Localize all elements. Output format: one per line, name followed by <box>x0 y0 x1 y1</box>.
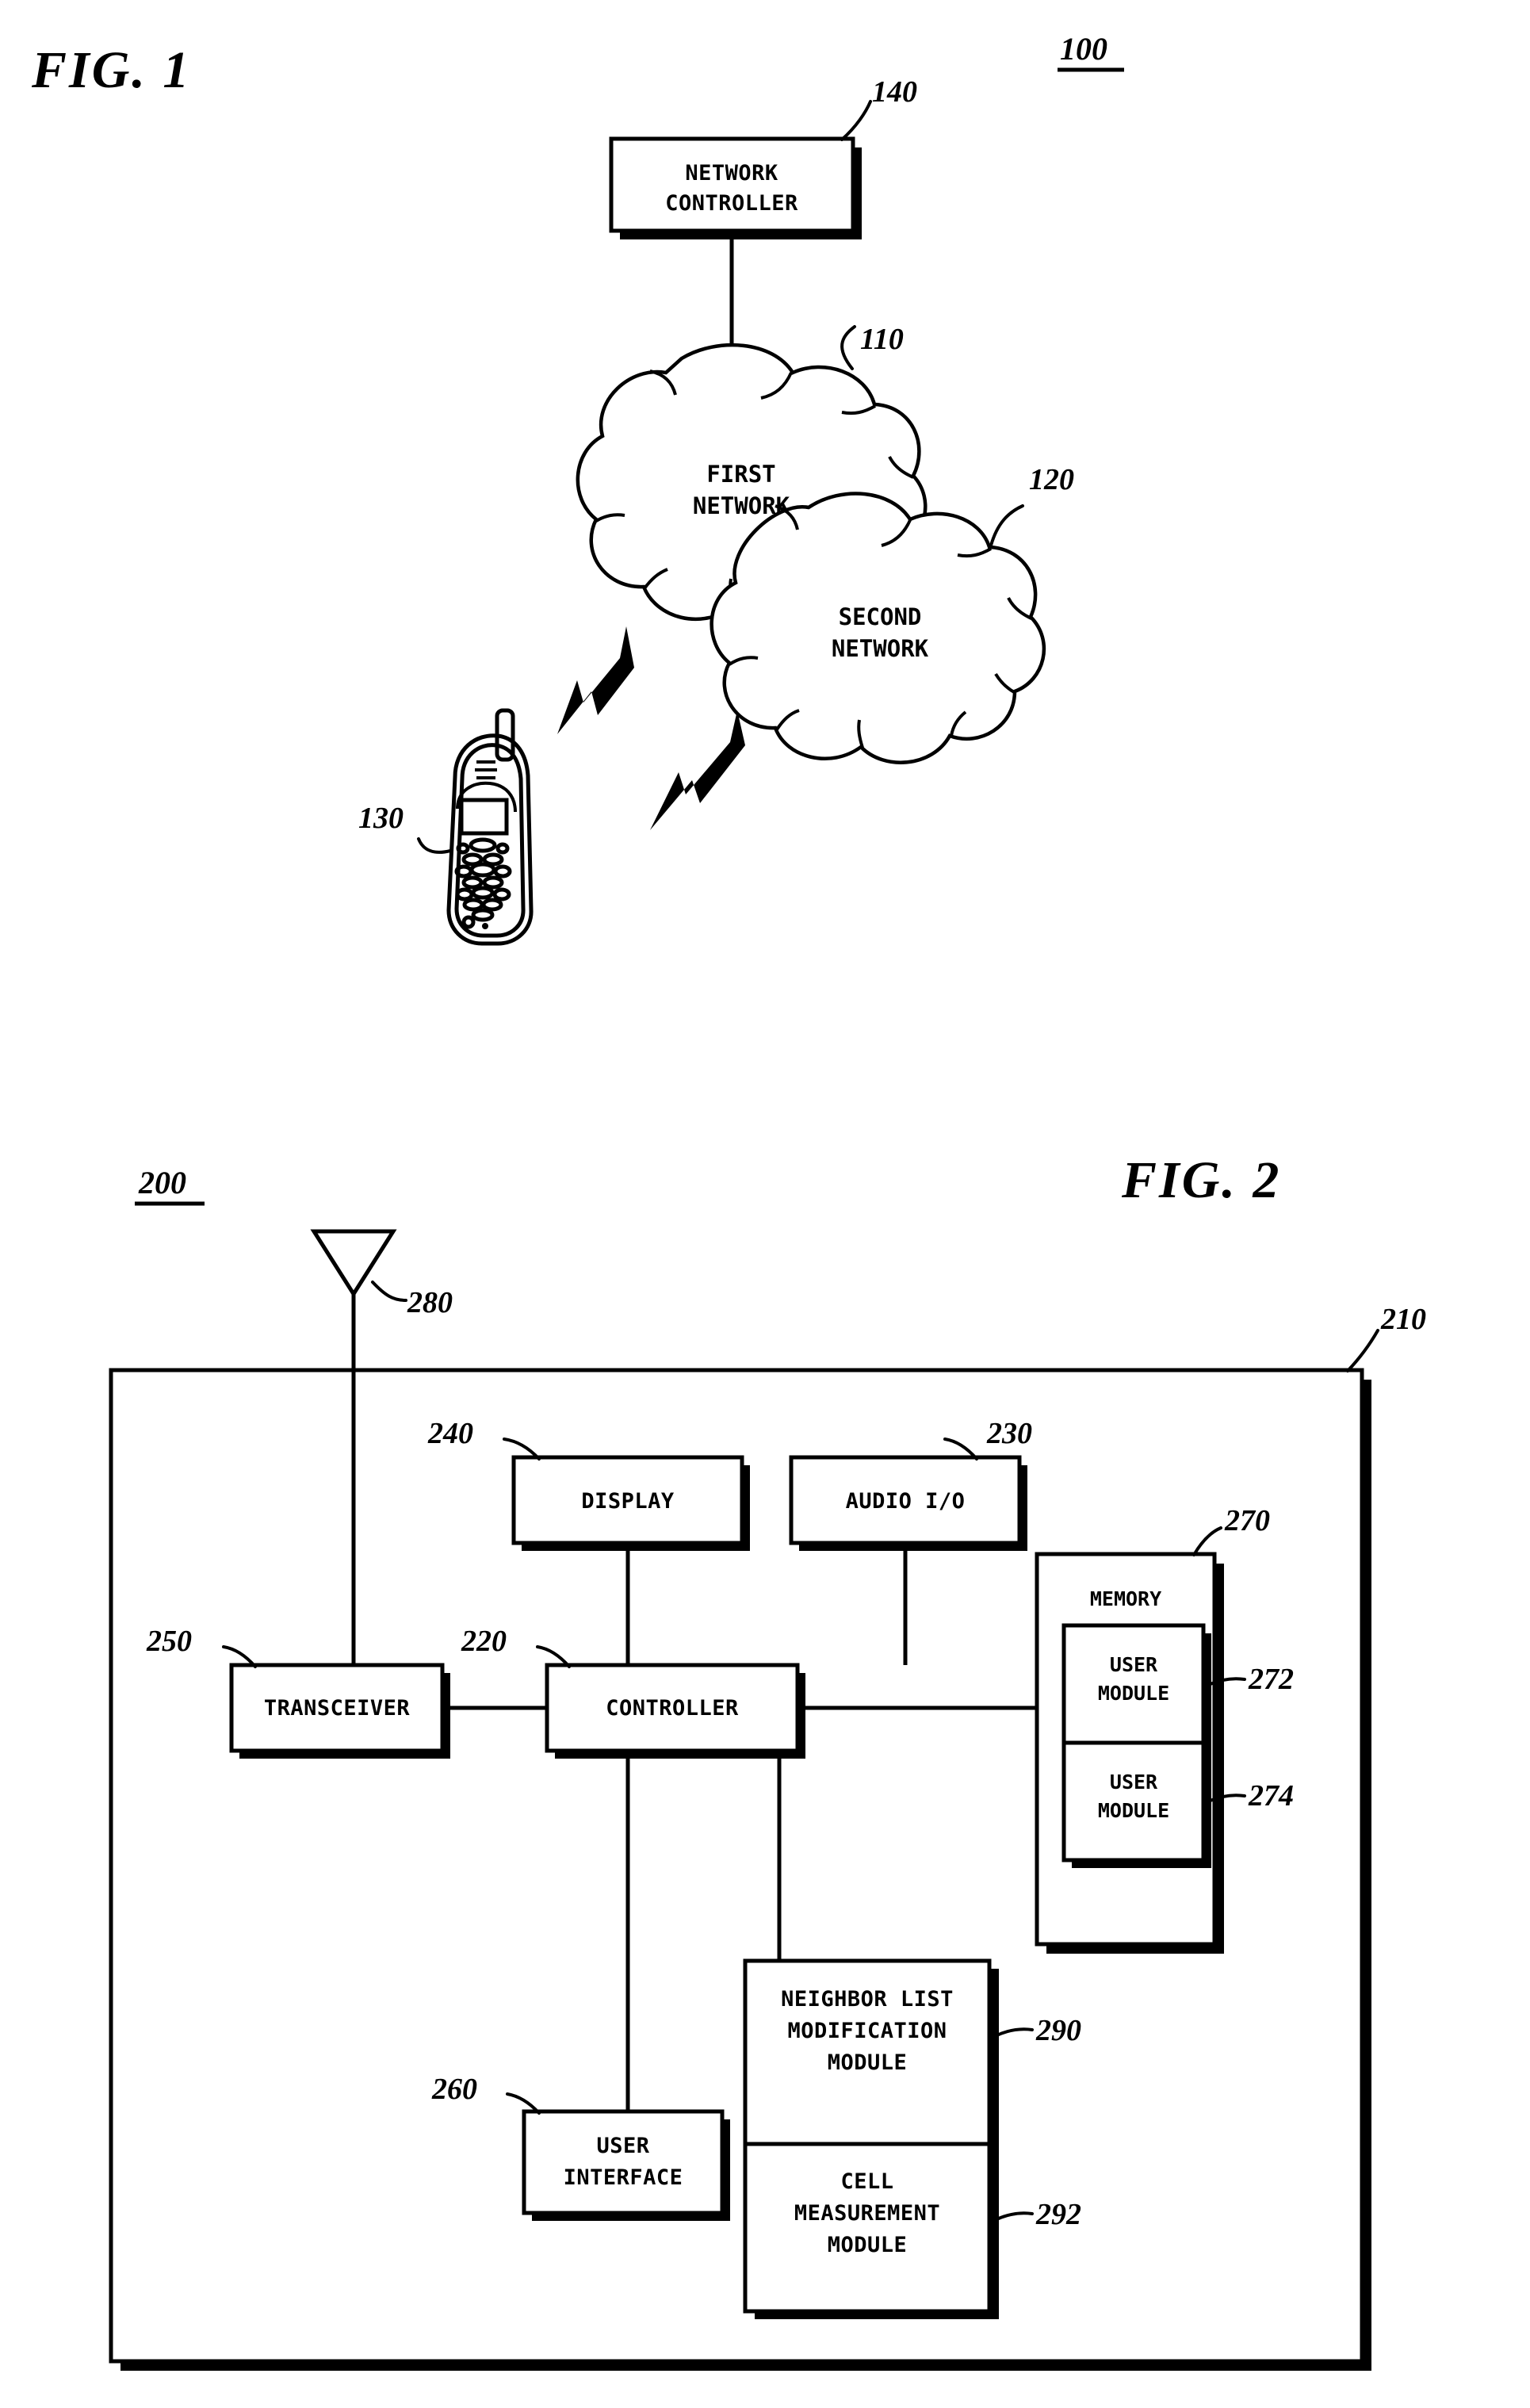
ref-260: 260 <box>431 2073 477 2106</box>
ref-110-leader <box>840 325 856 370</box>
network-controller-label-line2: CONTROLLER <box>665 191 798 216</box>
fig1-title: FIG. 1 <box>31 41 191 99</box>
memory-label: MEMORY <box>1090 1587 1161 1610</box>
ref-220: 220 <box>461 1625 507 1658</box>
cmm-label-line2: MEASUREMENT <box>794 2201 940 2226</box>
ref-240: 240 <box>427 1417 473 1450</box>
phone-keypad <box>454 837 512 929</box>
ref-140-leader <box>840 100 872 141</box>
second-network-label-line2: NETWORK <box>832 635 929 662</box>
ref-200-group: 200 <box>135 1165 205 1206</box>
fig2-title: FIG. 2 <box>1121 1151 1281 1209</box>
audio-io-label: AUDIO I/O <box>846 1489 966 1514</box>
display-label: DISPLAY <box>581 1489 675 1514</box>
ref-292: 292 <box>1035 2198 1081 2231</box>
nlmm-label-line2: MODIFICATION <box>787 2019 947 2043</box>
ref-272: 272 <box>1248 1663 1294 1696</box>
user-module-272-label-line2: MODULE <box>1098 1682 1169 1705</box>
antenna-triangle <box>310 1229 397 1298</box>
transceiver-label: TRANSCEIVER <box>264 1696 411 1721</box>
ref-210-leader <box>1346 1329 1379 1372</box>
ref-280: 280 <box>407 1286 453 1319</box>
user-module-274-label-line2: MODULE <box>1098 1799 1169 1822</box>
user-module-272-label-line1: USER <box>1110 1653 1158 1676</box>
phone-earpiece-grille <box>475 760 497 779</box>
lightning-bolt-2 <box>650 710 745 830</box>
ref-290: 290 <box>1035 2014 1081 2047</box>
cmm-label-line3: MODULE <box>828 2233 908 2257</box>
network-controller-label-line1: NETWORK <box>685 161 778 186</box>
ref-270: 270 <box>1224 1504 1270 1537</box>
nlmm-label-line1: NEIGHBOR LIST <box>781 1987 954 2012</box>
nlmm-label-line3: MODULE <box>828 2050 908 2075</box>
user-interface-label-line1: USER <box>596 2134 649 2158</box>
second-network-label-line1: SECOND <box>839 603 922 630</box>
controller-label: CONTROLLER <box>606 1696 739 1721</box>
user-interface-box <box>522 2109 725 2215</box>
drawing-canvas: FIG. 1 100 NETWORK CONTROLLER 140 FIRST … <box>31 31 1426 2371</box>
lightning-bolt-1 <box>557 626 634 734</box>
ref-250: 250 <box>146 1625 192 1658</box>
user-module-274-label-line1: USER <box>1110 1771 1158 1794</box>
ref-274: 274 <box>1248 1779 1294 1813</box>
ref-110: 110 <box>860 323 904 356</box>
ref-210: 210 <box>1380 1303 1426 1336</box>
ref-100-group: 100 <box>1058 31 1124 72</box>
ref-130: 130 <box>358 802 404 835</box>
ref-280-leader <box>371 1281 407 1302</box>
ref-230: 230 <box>986 1417 1032 1450</box>
patent-drawing-sheet: FIG. 1 100 NETWORK CONTROLLER 140 FIRST … <box>0 0 1530 2408</box>
network-controller-node: NETWORK CONTROLLER 140 <box>609 75 917 239</box>
first-network-label-line1: FIRST <box>706 461 775 488</box>
cmm-label-line1: CELL <box>840 2169 893 2194</box>
module-stack-box <box>743 1958 992 2314</box>
ref-100: 100 <box>1060 31 1107 67</box>
ref-200: 200 <box>138 1165 186 1200</box>
ref-120-leader <box>989 504 1024 547</box>
user-interface-label-line2: INTERFACE <box>564 2165 683 2190</box>
ref-130-leader <box>417 837 452 854</box>
ref-140: 140 <box>872 75 917 109</box>
ref-120: 120 <box>1029 463 1074 496</box>
phone-screen <box>459 798 509 836</box>
mobile-phone-node: 130 <box>358 708 534 946</box>
